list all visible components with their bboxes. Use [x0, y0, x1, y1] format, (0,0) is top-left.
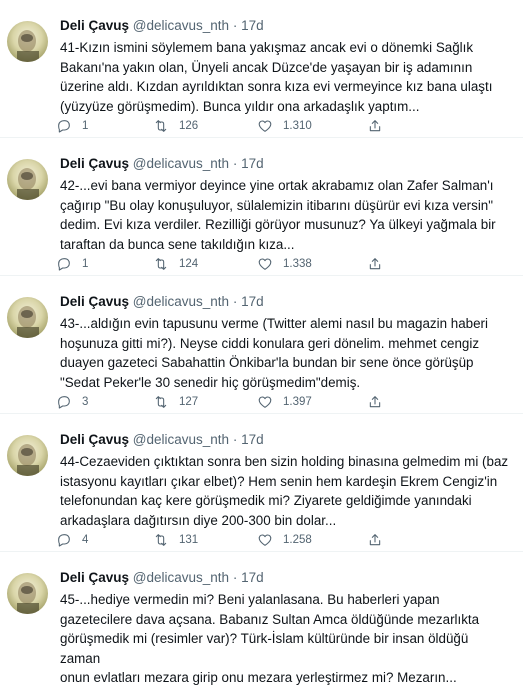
avatar[interactable] [7, 159, 48, 200]
like-count: 1.397 [283, 396, 312, 408]
separator-dot: · [232, 570, 238, 585]
like-button[interactable]: 1.338 [257, 256, 367, 272]
avatar[interactable] [7, 297, 48, 338]
tweet-header: Deli Çavuş @delicavus_nth · 17d [60, 293, 264, 311]
retweet-icon [155, 258, 167, 270]
separator-dot: · [232, 18, 238, 33]
reply-count: 4 [82, 534, 89, 546]
retweet-button[interactable]: 124 [153, 256, 257, 272]
tweet[interactable]: Deli Çavuş @delicavus_nth · 17d 43-...al… [0, 276, 523, 414]
reply-button[interactable]: 1 [56, 118, 153, 134]
avatar[interactable] [7, 21, 48, 62]
tweet-time[interactable]: 17d [241, 156, 264, 171]
author-handle[interactable]: @delicavus_nth [133, 294, 229, 309]
like-count: 1.258 [283, 534, 312, 546]
author-name[interactable]: Deli Çavuş [60, 570, 129, 585]
heart-icon [258, 396, 272, 408]
tweet-text: 42-...evi bana vermiyor deyince yine ort… [60, 178, 496, 252]
like-button[interactable]: 1.258 [257, 532, 367, 548]
retweet-count: 124 [179, 258, 199, 270]
tweet[interactable]: Deli Çavuş @delicavus_nth · 17d 42-...ev… [0, 138, 523, 276]
tweet-actions: 3 127 1.397 [56, 392, 513, 412]
like-count: 1.338 [283, 258, 312, 270]
tweet[interactable]: Deli Çavuş @delicavus_nth · 17d 44-Cezae… [0, 414, 523, 552]
author-name[interactable]: Deli Çavuş [60, 18, 129, 33]
author-handle[interactable]: @delicavus_nth [133, 432, 229, 447]
author-handle[interactable]: @delicavus_nth [133, 570, 229, 585]
share-icon [369, 258, 381, 270]
share-icon [369, 120, 381, 132]
heart-icon [258, 258, 272, 270]
tweet-text: 44-Cezaeviden çıktıktan sonra ben sizin … [60, 454, 509, 528]
tweet-text: 45-...hediye vermedin mi? Beni yalanlasa… [60, 592, 480, 685]
share-button[interactable] [367, 256, 397, 272]
reply-button[interactable]: 3 [56, 394, 153, 410]
author-handle[interactable]: @delicavus_nth [133, 156, 229, 171]
tweet-time[interactable]: 17d [241, 294, 264, 309]
tweet-actions: 1 126 1.310 [56, 116, 513, 136]
reply-button[interactable]: 4 [56, 532, 153, 548]
tweet-text: 43-...aldığın evin tapusunu verme (Twitt… [60, 316, 488, 390]
heart-icon [258, 120, 272, 132]
share-button[interactable] [367, 118, 397, 134]
tweet-header: Deli Çavuş @delicavus_nth · 17d [60, 155, 264, 173]
author-name[interactable]: Deli Çavuş [60, 432, 129, 447]
tweet-time[interactable]: 17d [241, 18, 264, 33]
separator-dot: · [232, 156, 238, 171]
reply-icon [58, 534, 70, 547]
retweet-count: 126 [179, 120, 199, 132]
reply-count: 3 [82, 396, 89, 408]
reply-icon [58, 396, 70, 409]
tweet-header: Deli Çavuş @delicavus_nth · 17d [60, 569, 264, 587]
share-button[interactable] [367, 532, 397, 548]
retweet-button[interactable]: 127 [153, 394, 257, 410]
retweet-button[interactable]: 126 [153, 118, 257, 134]
reply-icon [58, 258, 70, 271]
heart-icon [258, 534, 272, 546]
tweet-feed: Deli Çavuş @delicavus_nth · 17d 41-Kızın… [0, 0, 523, 690]
reply-count: 1 [82, 258, 89, 270]
reply-icon [58, 120, 70, 133]
tweet-text: 41-Kızın ismini söylemem bana yakışmaz a… [60, 40, 493, 114]
author-name[interactable]: Deli Çavuş [60, 294, 129, 309]
author-handle[interactable]: @delicavus_nth [133, 18, 229, 33]
separator-dot: · [232, 432, 238, 447]
avatar[interactable] [7, 435, 48, 476]
retweet-icon [155, 396, 167, 408]
reply-button[interactable]: 1 [56, 256, 153, 272]
tweet[interactable]: Deli Çavuş @delicavus_nth · 17d 45-...he… [0, 552, 523, 690]
tweet-actions: 1 124 1.338 [56, 254, 513, 274]
retweet-count: 131 [179, 534, 199, 546]
avatar[interactable] [7, 573, 48, 614]
separator-dot: · [232, 294, 238, 309]
author-name[interactable]: Deli Çavuş [60, 156, 129, 171]
retweet-icon [155, 120, 167, 132]
share-icon [369, 534, 381, 546]
share-icon [369, 396, 381, 408]
retweet-count: 127 [179, 396, 199, 408]
retweet-icon [155, 534, 167, 546]
tweet-header: Deli Çavuş @delicavus_nth · 17d [60, 17, 264, 35]
like-button[interactable]: 1.397 [257, 394, 367, 410]
retweet-button[interactable]: 131 [153, 532, 257, 548]
tweet-header: Deli Çavuş @delicavus_nth · 17d [60, 431, 264, 449]
tweet-actions: 4 131 1.258 [56, 530, 513, 550]
reply-count: 1 [82, 120, 89, 132]
like-button[interactable]: 1.310 [257, 118, 367, 134]
share-button[interactable] [367, 394, 397, 410]
tweet-time[interactable]: 17d [241, 570, 264, 585]
tweet-time[interactable]: 17d [241, 432, 264, 447]
tweet[interactable]: Deli Çavuş @delicavus_nth · 17d 41-Kızın… [0, 0, 523, 138]
like-count: 1.310 [283, 120, 312, 132]
